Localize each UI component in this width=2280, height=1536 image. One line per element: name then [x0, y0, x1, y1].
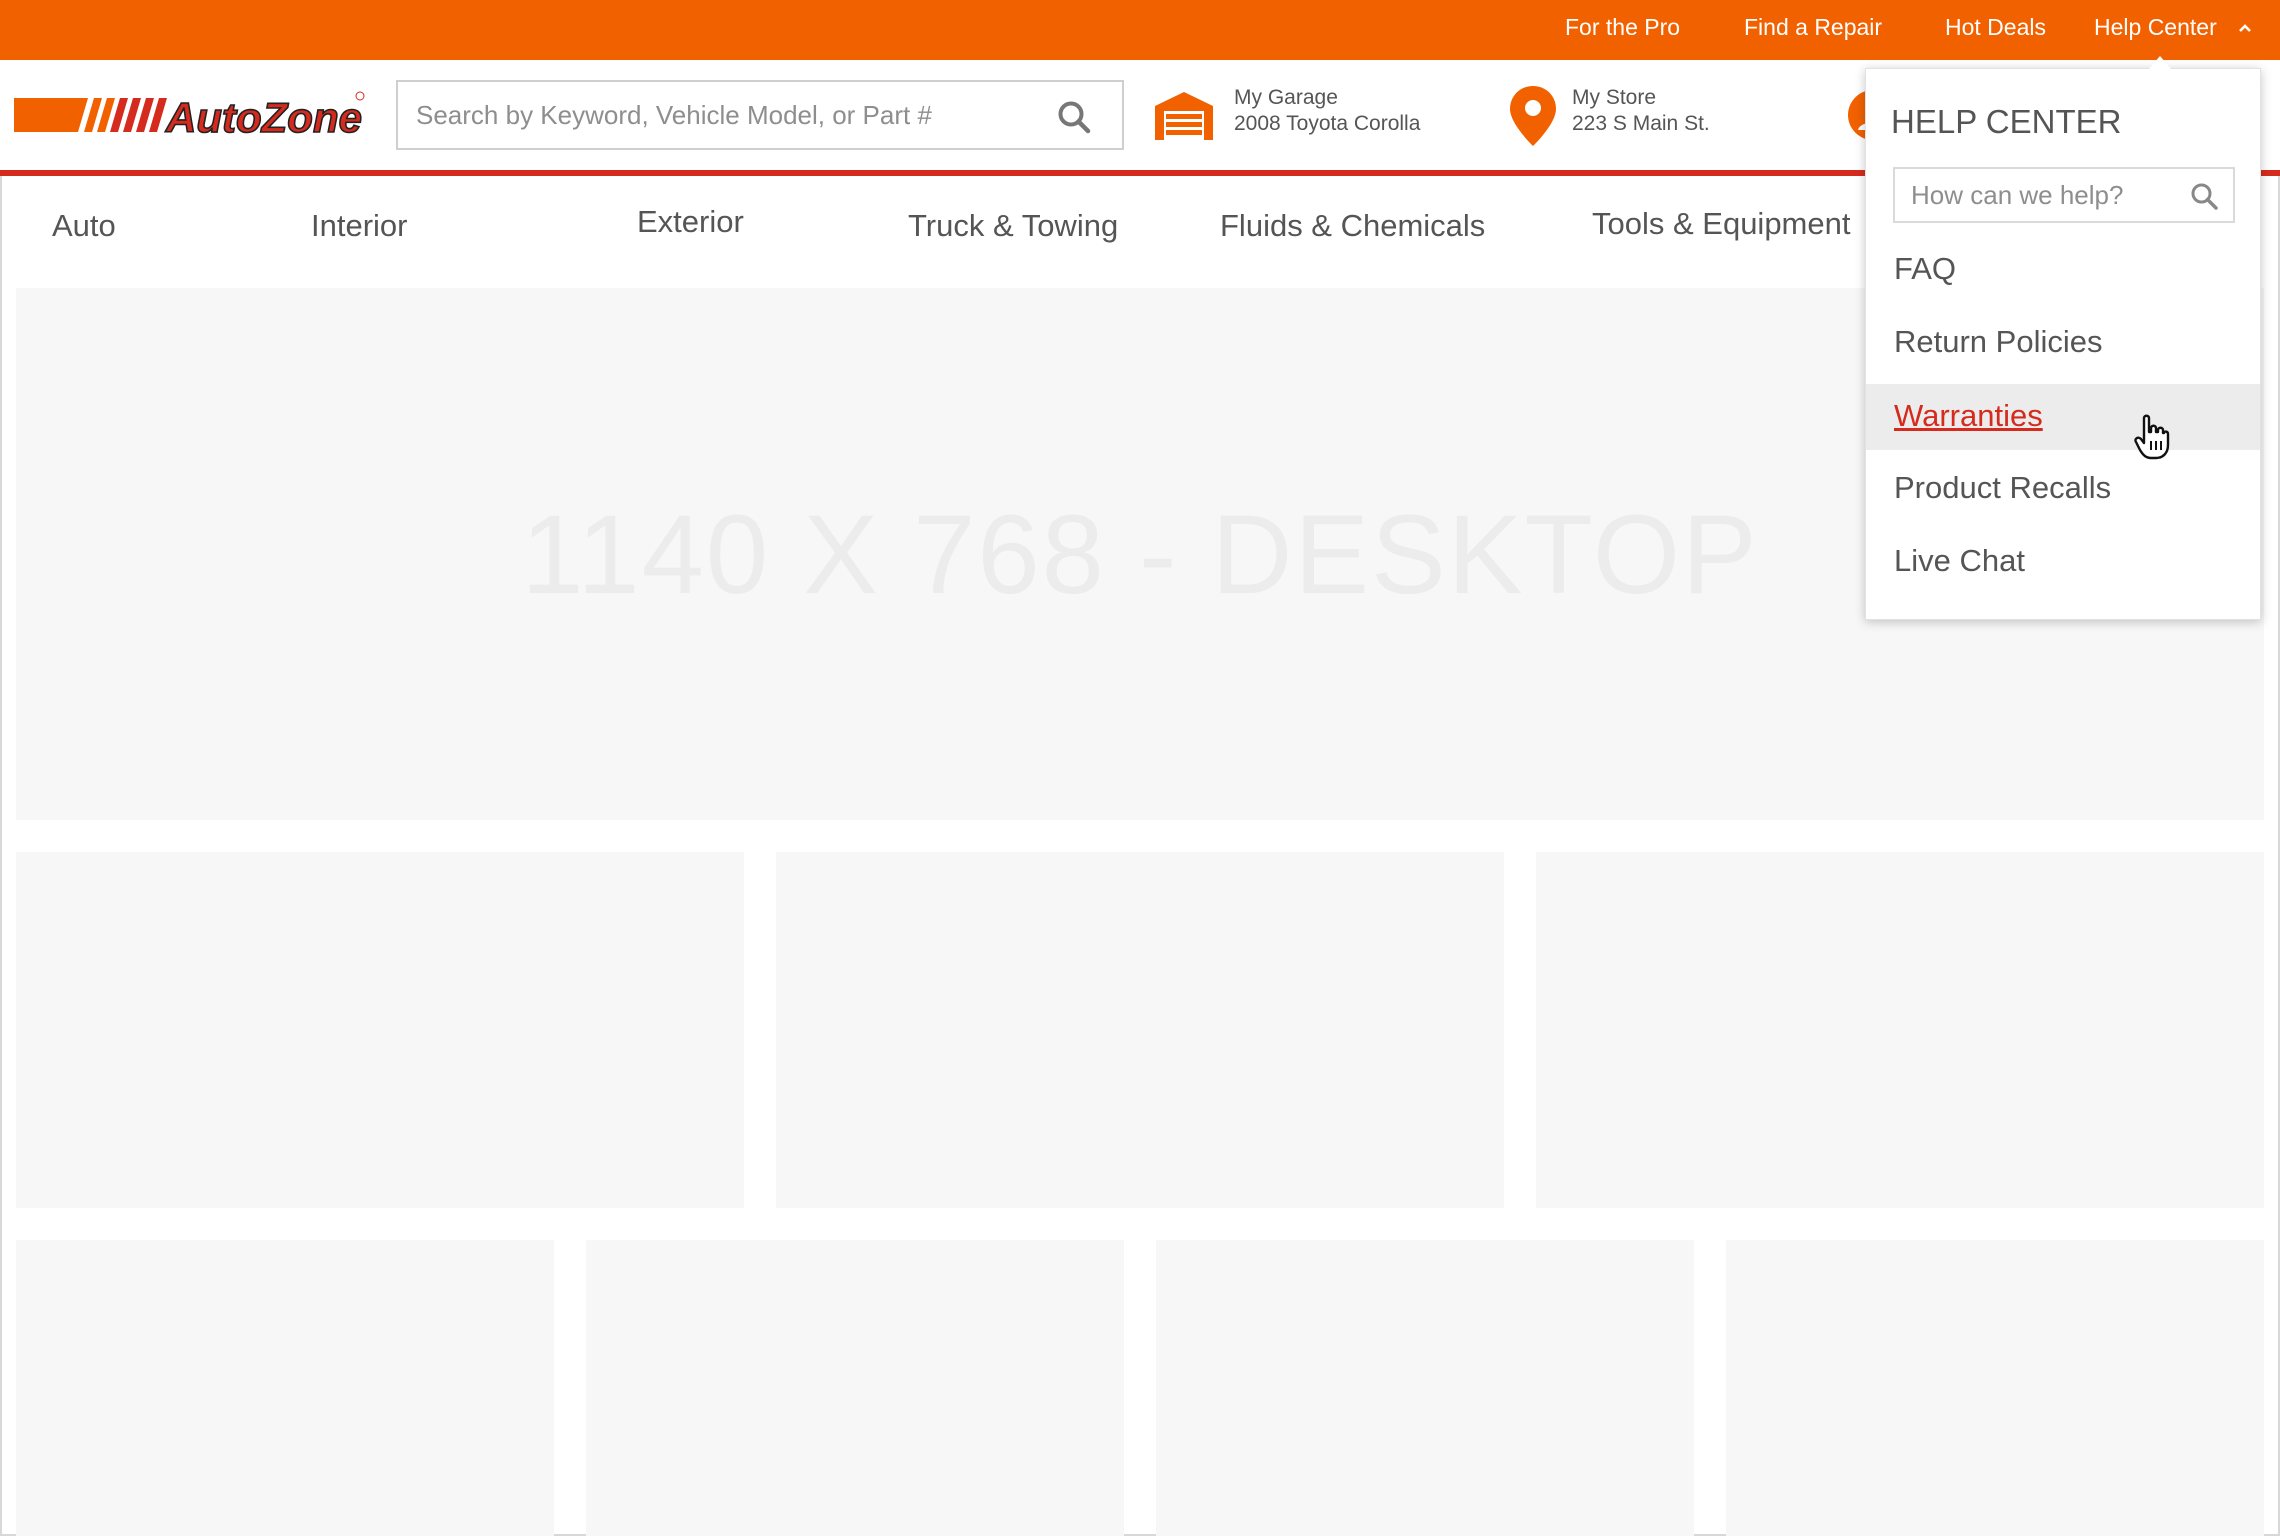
search-input[interactable] — [416, 92, 1016, 138]
product-tile[interactable] — [1156, 1240, 1694, 1536]
utility-bar: For the Pro Find a Repair Hot Deals Help… — [0, 0, 2280, 60]
hot-deals-link[interactable]: Hot Deals — [1945, 14, 2046, 41]
help-item-return-policies[interactable]: Return Policies — [1866, 310, 2260, 376]
help-center-dropdown: HELP CENTER FAQ Return Policies Warranti… — [1865, 68, 2261, 620]
hand-cursor-icon — [2134, 414, 2170, 460]
autozone-logo[interactable]: AutoZone — [14, 90, 366, 140]
nav-interior[interactable]: Interior — [311, 208, 407, 244]
search-icon[interactable] — [1056, 99, 1092, 135]
search-icon[interactable] — [2189, 181, 2219, 211]
product-tile[interactable] — [1726, 1240, 2264, 1536]
nav-fluids-chemicals[interactable]: Fluids & Chemicals — [1220, 208, 1485, 244]
help-item-label: Live Chat — [1894, 543, 2025, 578]
nav-truck-towing[interactable]: Truck & Towing — [908, 208, 1118, 244]
help-center-title: HELP CENTER — [1891, 103, 2122, 140]
dropdown-caret — [2148, 56, 2172, 70]
for-the-pro-link[interactable]: For the Pro — [1565, 14, 1680, 41]
my-garage-label[interactable]: My Garage — [1234, 86, 1338, 110]
location-pin-icon[interactable] — [1510, 86, 1556, 146]
promo-tile[interactable] — [776, 852, 1504, 1208]
promo-tile[interactable] — [1536, 852, 2264, 1208]
garage-icon[interactable] — [1155, 92, 1213, 140]
help-item-label: Product Recalls — [1894, 470, 2112, 505]
nav-exterior[interactable]: Exterior — [637, 204, 744, 240]
logo-wordmark: AutoZone — [165, 94, 362, 140]
help-item-label: Return Policies — [1894, 324, 2103, 359]
product-tile[interactable] — [16, 1240, 554, 1536]
find-a-repair-link[interactable]: Find a Repair — [1744, 14, 1882, 41]
my-store-label[interactable]: My Store — [1572, 86, 1656, 110]
promo-tile[interactable] — [16, 852, 744, 1208]
help-item-live-chat[interactable]: Live Chat — [1866, 529, 2260, 595]
nav-auto[interactable]: Auto — [52, 208, 116, 244]
help-search-input[interactable] — [1911, 177, 2181, 213]
my-garage-vehicle[interactable]: 2008 Toyota Corolla — [1234, 112, 1420, 136]
help-item-label: FAQ — [1894, 251, 1957, 286]
help-item-faq[interactable]: FAQ — [1866, 237, 2260, 303]
help-item-label: Warranties — [1894, 398, 2043, 433]
chevron-up-icon[interactable] — [2237, 20, 2253, 36]
product-tile[interactable] — [586, 1240, 1124, 1536]
help-search-box — [1893, 167, 2235, 223]
my-store-address[interactable]: 223 S Main St. — [1572, 112, 1710, 136]
help-item-product-recalls[interactable]: Product Recalls — [1866, 456, 2260, 522]
help-center-link[interactable]: Help Center — [2094, 14, 2217, 41]
nav-tools-equipment[interactable]: Tools & Equipment — [1592, 206, 1850, 242]
search-box — [396, 80, 1124, 150]
help-item-warranties[interactable]: Warranties — [1866, 384, 2260, 450]
